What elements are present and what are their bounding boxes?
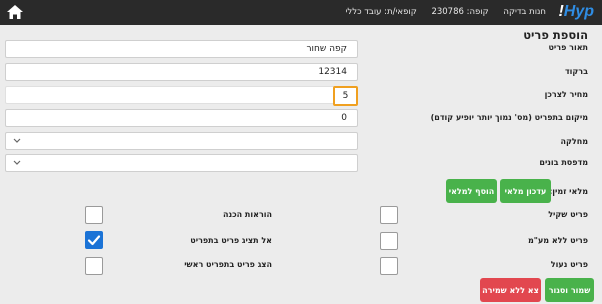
logo: !Hyp [558,3,594,21]
main-menu-checkbox[interactable] [85,257,103,275]
chevron-down-icon [13,138,21,143]
update-stock-button[interactable]: עדכון מלאי [500,179,551,203]
save-close-button[interactable]: שמור וסגור [545,278,594,302]
printer-select[interactable] [5,154,358,172]
store-name: חנות בדיקה [503,7,546,17]
department-select[interactable] [5,132,358,150]
no-vat-checkbox[interactable] [380,232,398,250]
printer-label: מדפסת בונים [539,158,588,167]
description-field[interactable]: קפה שחור [5,40,358,58]
locked-checkbox[interactable] [380,257,398,275]
main-menu-label: הצג פריט בתפריט ראשי [184,260,272,269]
menu-position-label: מיקום בתפריט (מס' נמוך יותר יופיע קודם) [430,113,588,122]
register-id: קופה: 230786 [431,7,489,17]
barcode-label: ברקוד [564,67,588,76]
price-value: 5 [342,91,349,101]
home-button[interactable] [4,2,26,22]
hide-in-menu-checkbox[interactable] [85,231,103,249]
hide-in-menu-label: אל תציג פריט בתפריט [190,236,272,245]
prep-instructions-label: הוראות הכנה [222,210,272,219]
menu-position-value: 0 [341,113,347,123]
exit-without-save-button[interactable]: צא ללא שמירה [480,278,541,302]
price-label: מחיר לצרכן [544,90,588,99]
description-value: קפה שחור [306,44,347,54]
barcode-field[interactable]: 12314 [5,63,358,81]
prep-instructions-checkbox[interactable] [85,206,103,224]
home-icon [7,5,23,19]
chevron-down-icon [13,160,21,165]
weighable-label: פריט שקיל [548,210,588,219]
add-stock-button[interactable]: הוסף למלאי [446,179,497,203]
price-input[interactable]: 5 [333,86,358,106]
menu-position-field[interactable]: 0 [5,109,358,127]
logo-text: Hyp [563,3,594,20]
top-bar: חנות בדיקה קופה: 230786 קופאי/ת: עובד כל… [0,0,602,25]
checkmark-icon [87,235,101,246]
price-field[interactable] [5,86,358,104]
locked-label: פריט נעול [550,260,588,269]
barcode-value: 12314 [318,67,347,77]
no-vat-label: פריט ללא מע"מ [527,236,588,245]
page-title: הוספת פריט [523,28,588,42]
cashier-name: קופאי/ת: עובד כללי [345,7,417,17]
weighable-checkbox[interactable] [380,206,398,224]
description-label: תאור פריט [548,43,588,52]
top-info: חנות בדיקה קופה: 230786 קופאי/ת: עובד כל… [334,7,546,17]
department-label: מחלקה [560,137,588,146]
